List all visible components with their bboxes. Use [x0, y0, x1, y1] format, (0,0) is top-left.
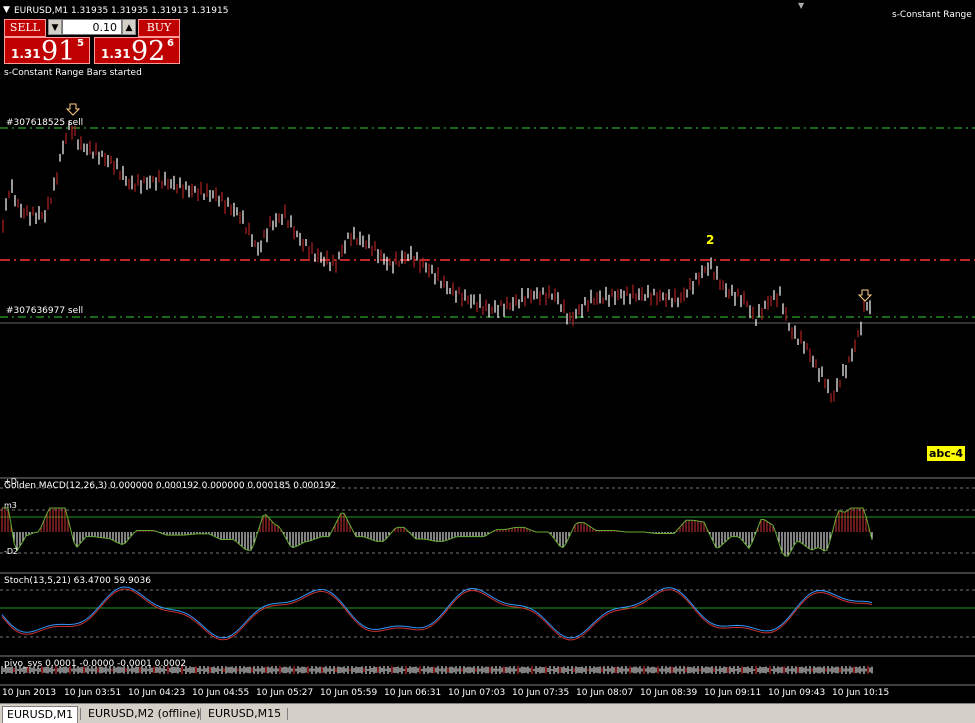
sell-button[interactable]: SELL [4, 19, 46, 37]
time-label: 10 Jun 07:35 [512, 688, 570, 698]
sell-price-pip: 5 [77, 38, 84, 49]
tab-eurusd-m1[interactable]: EURUSD,M1 [2, 706, 79, 723]
chart-canvas[interactable] [0, 0, 975, 703]
time-label: 10 Jun 03:51 [64, 688, 122, 698]
lot-size-input[interactable]: 0.10 [62, 19, 122, 35]
down-arrow-icon [65, 103, 81, 116]
chart-shift-icon[interactable]: ▼ [798, 0, 804, 11]
sell-price-big: 91 [41, 36, 76, 67]
time-label: 10 Jun 04:55 [192, 688, 250, 698]
stoch-main-line [1, 586, 873, 639]
macd-title: Golden MACD(12,26,3) 0.000000 0.000192 0… [4, 481, 337, 491]
tab-separator [287, 708, 288, 720]
order-label-1[interactable]: #307618525 sell [6, 118, 83, 129]
tab-eurusd-m2-offline[interactable]: EURUSD,M2 (offline) [84, 706, 204, 722]
stoch-title: Stoch(13,5,21) 63.4700 59.9036 [4, 576, 151, 586]
lot-increase-button[interactable]: ▲ [122, 19, 136, 35]
stoch-signal-line [1, 588, 873, 641]
down-arrow-icon [857, 289, 873, 302]
time-label: 10 Jun 10:15 [832, 688, 890, 698]
chart-tab-bar: EURUSD,M1 EURUSD,M2 (offline) EURUSD,M15 [0, 703, 975, 723]
status-message: s-Constant Range Bars started [4, 68, 142, 78]
macd-level-top: +D [4, 477, 17, 486]
indicator-name: s-Constant Range B [892, 10, 975, 20]
buy-price-big: 92 [131, 36, 166, 67]
sell-price-button[interactable]: 1.31 91 5 [4, 36, 90, 67]
time-label: 10 Jun 09:43 [768, 688, 826, 698]
time-label: 10 Jun 08:07 [576, 688, 634, 698]
buy-button[interactable]: BUY [138, 19, 180, 37]
wave-label: 2 [706, 233, 715, 247]
one-click-trading-panel: SELL ▼ 0.10 ▲ BUY 1.31 91 5 1.31 92 6 [4, 19, 180, 67]
time-label: 10 Jun 09:11 [704, 688, 762, 698]
buy-price-button[interactable]: 1.31 92 6 [94, 36, 180, 67]
abc-wave-badge: abc-4 [927, 446, 966, 461]
time-label: 10 Jun 05:59 [320, 688, 378, 698]
macd-level-bottom: -D2 [4, 547, 19, 556]
tab-eurusd-m15[interactable]: EURUSD,M15 [204, 706, 285, 722]
tab-separator [200, 708, 201, 720]
time-label: 10 Jun 07:03 [448, 688, 506, 698]
pivot-title: pivo_svs 0.0001 -0.0000 -0.0001 0.0002 [4, 659, 187, 669]
menu-triangle-icon[interactable]: ▼ [3, 5, 10, 16]
time-label: 10 Jun 04:23 [128, 688, 186, 698]
time-label: 10 Jun 2013 [2, 688, 57, 698]
sell-price-prefix: 1.31 [11, 47, 41, 61]
order-label-2[interactable]: #307636977 sell [6, 306, 83, 317]
time-label: 10 Jun 05:27 [256, 688, 314, 698]
macd-level-m3: m3 [4, 501, 17, 510]
lot-decrease-button[interactable]: ▼ [48, 19, 62, 35]
buy-price-pip: 6 [167, 38, 174, 49]
buy-price-prefix: 1.31 [101, 47, 131, 61]
chart-symbol-info: EURUSD,M1 1.31935 1.31935 1.31913 1.3191… [14, 6, 229, 16]
chart-window[interactable]: ▼ EURUSD,M1 1.31935 1.31935 1.31913 1.31… [0, 0, 975, 703]
time-label: 10 Jun 06:31 [384, 688, 442, 698]
time-label: 10 Jun 08:39 [640, 688, 698, 698]
tab-separator [80, 708, 81, 720]
